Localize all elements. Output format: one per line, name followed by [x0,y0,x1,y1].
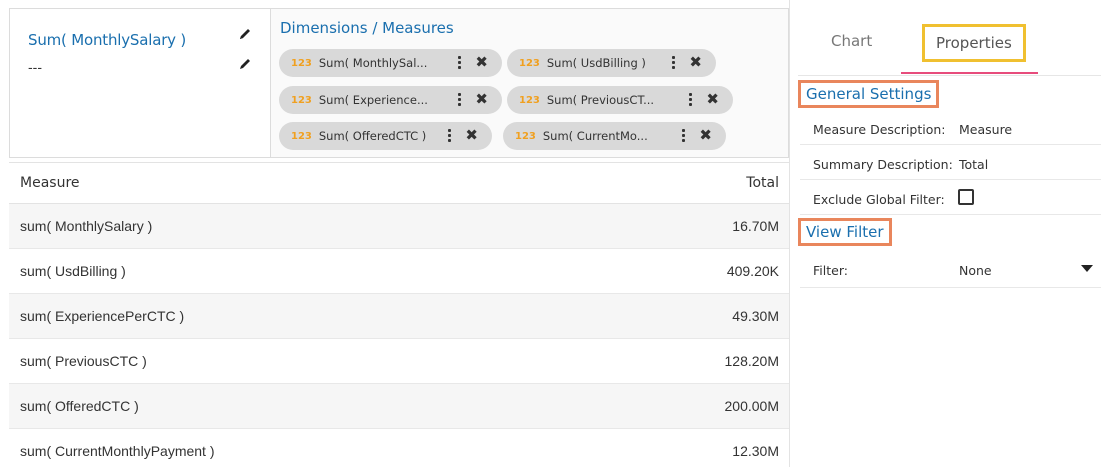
table-row[interactable]: sum( MonthlySalary ) 16.70M [9,204,789,249]
filter-row: Filter: None [800,252,1101,288]
chip-label: Sum( Experience... [318,93,428,107]
panel-tabs: Chart Properties [798,8,1101,76]
summary-dimensions-area: Sum( MonthlySalary ) --- Dimensions / Me… [9,8,789,158]
summary-table: Measure Total sum( MonthlySalary ) 16.70… [9,162,789,467]
summary-description-label: Summary Description: [813,157,953,172]
exclude-global-filter-checkbox[interactable] [958,189,974,205]
measure-chip[interactable]: 123 Sum( UsdBilling ) ✖ [507,49,716,77]
kebab-menu-icon[interactable] [682,129,686,143]
kebab-menu-icon[interactable] [448,129,452,143]
table-row[interactable]: sum( PreviousCTC ) 128.20M [9,339,789,384]
table-row[interactable]: sum( UsdBilling ) 409.20K [9,249,789,294]
summary-description-row: Summary Description: Total [800,146,1101,180]
measure-chip[interactable]: 123 Sum( OfferedCTC ) ✖ [279,122,492,150]
tab-properties[interactable]: Properties [922,24,1026,62]
general-settings-header[interactable]: General Settings [798,80,940,108]
total-cell: 128.20M [724,353,779,369]
kebab-menu-icon[interactable] [689,93,693,107]
measure-description-input[interactable]: Measure [959,122,1012,137]
column-header-total[interactable]: Total [746,175,779,191]
measure-cell: sum( MonthlySalary ) [20,218,153,234]
chip-label: Sum( MonthlySal... [318,56,428,70]
summary-subtitle: --- [28,59,42,75]
total-cell: 12.30M [732,443,779,459]
measure-cell: sum( PreviousCTC ) [20,353,147,369]
table-body: sum( MonthlySalary ) 16.70M sum( UsdBill… [9,204,789,467]
numeric-type-icon: 123 [291,94,312,106]
measure-chip[interactable]: 123 Sum( Experience... ✖ [279,86,502,114]
dimensions-box: Dimensions / Measures 123 Sum( MonthlySa… [271,9,788,157]
kebab-menu-icon[interactable] [458,93,462,107]
numeric-type-icon: 123 [519,57,540,69]
chip-label: Sum( CurrentMo... [542,129,648,143]
left-panel: Sum( MonthlySalary ) --- Dimensions / Me… [0,0,789,467]
measure-chip[interactable]: 123 Sum( CurrentMo... ✖ [503,122,726,150]
kebab-menu-icon[interactable] [458,56,462,70]
total-cell: 49.30M [732,308,779,324]
remove-chip-icon[interactable]: ✖ [689,55,702,70]
table-header: Measure Total [9,162,789,204]
measure-cell: sum( CurrentMonthlyPayment ) [20,443,215,459]
measure-description-row: Measure Description: Measure [800,111,1101,145]
view-filter-header[interactable]: View Filter [798,218,892,246]
chip-label: Sum( PreviousCT... [546,93,655,107]
dimensions-title: Dimensions / Measures [280,19,454,37]
remove-chip-icon[interactable]: ✖ [699,128,712,143]
remove-chip-icon[interactable]: ✖ [475,92,488,107]
tab-chart[interactable]: Chart [831,32,872,50]
kebab-menu-icon[interactable] [672,56,676,70]
filter-select[interactable]: None [959,263,992,278]
measure-cell: sum( OfferedCTC ) [20,398,139,414]
table-row[interactable]: sum( CurrentMonthlyPayment ) 12.30M [9,429,789,467]
measure-chip[interactable]: 123 Sum( MonthlySal... ✖ [279,49,502,77]
chip-label: Sum( UsdBilling ) [546,56,646,70]
column-header-measure[interactable]: Measure [20,175,80,191]
measure-chip[interactable]: 123 Sum( PreviousCT... ✖ [507,86,733,114]
summary-description-input[interactable]: Total [959,157,988,172]
edit-subtitle-pencil-icon[interactable] [238,57,252,71]
exclude-global-filter-row: Exclude Global Filter: [800,181,1101,215]
summary-box: Sum( MonthlySalary ) --- [10,9,271,157]
edit-title-pencil-icon[interactable] [238,27,252,41]
filter-label: Filter: [813,263,848,278]
summary-title: Sum( MonthlySalary ) [28,31,187,49]
remove-chip-icon[interactable]: ✖ [465,128,478,143]
total-cell: 409.20K [726,263,779,279]
numeric-type-icon: 123 [519,94,540,106]
total-cell: 200.00M [724,398,779,414]
measure-description-label: Measure Description: [813,122,946,137]
table-row[interactable]: sum( ExperiencePerCTC ) 49.30M [9,294,789,339]
numeric-type-icon: 123 [291,57,312,69]
remove-chip-icon[interactable]: ✖ [706,92,719,107]
numeric-type-icon: 123 [515,130,536,142]
dropdown-caret-icon[interactable] [1081,265,1093,272]
active-tab-indicator [901,72,1038,74]
exclude-global-filter-label: Exclude Global Filter: [813,192,945,207]
measure-cell: sum( UsdBilling ) [20,263,126,279]
numeric-type-icon: 123 [291,130,312,142]
table-row[interactable]: sum( OfferedCTC ) 200.00M [9,384,789,429]
measure-cell: sum( ExperiencePerCTC ) [20,308,185,324]
chip-label: Sum( OfferedCTC ) [318,129,427,143]
total-cell: 16.70M [732,218,779,234]
remove-chip-icon[interactable]: ✖ [475,55,488,70]
